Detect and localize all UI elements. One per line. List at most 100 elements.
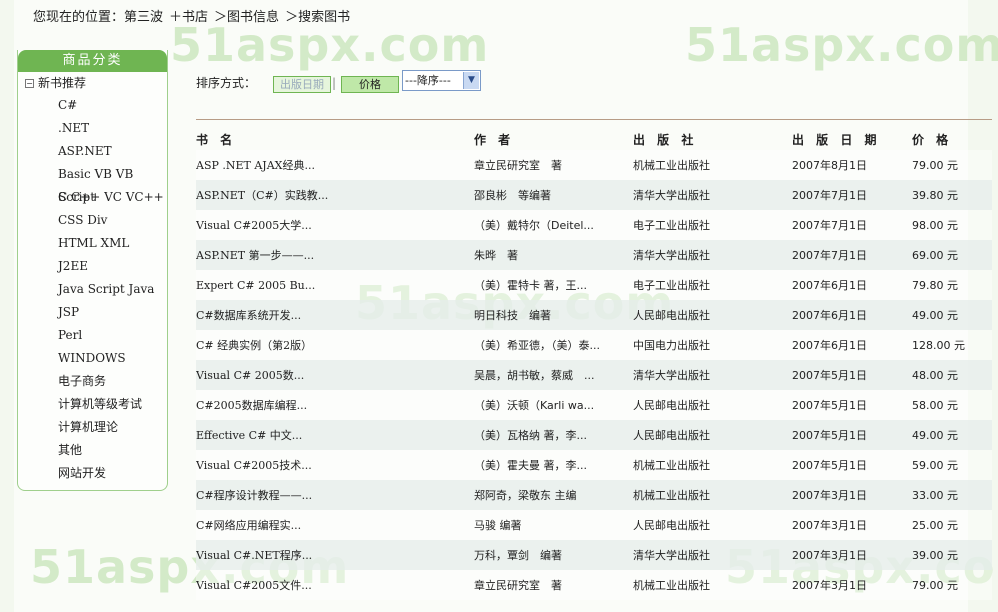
category-item[interactable]: 计算机理论 (18, 416, 167, 439)
category-item[interactable]: C C++ VC VC++ (18, 186, 167, 209)
divider (196, 119, 992, 120)
breadcrumb-search-books[interactable]: ＞搜索图书 (285, 10, 350, 25)
book-author: 章立民研究室 著 (474, 150, 633, 180)
table-row: C# 经典实例（第2版） （美）希亚德，（美）泰... 中国电力出版社 2007年6月… (196, 330, 992, 360)
book-title-link[interactable]: Visual C#2005技术... (196, 450, 474, 480)
category-item[interactable]: C# (18, 94, 167, 117)
book-publisher: 清华大学出版社 (633, 180, 792, 210)
book-title-link[interactable]: C#数据库系统开发... (196, 300, 474, 330)
table-row: C#2005数据库编程... （美）沃顿（Karli wa... 人民邮电出版社 20… (196, 390, 992, 420)
book-publisher: 人民邮电出版社 (633, 510, 792, 540)
breadcrumb-book-info[interactable]: ＞图书信息 (214, 10, 279, 25)
category-item[interactable]: JSP (18, 301, 167, 324)
book-pub-date: 2007年7月1日 (792, 240, 912, 270)
table-row: ASP.NET 第一步——... 朱晔 著清华大学出版社 2007年7月1日 69.0… (196, 240, 992, 270)
book-publisher: 机械工业出版社 (633, 480, 792, 510)
book-author: （美）霍特卡 著，王... (474, 270, 633, 300)
book-title-link[interactable]: C#网络应用编程实... (196, 510, 474, 540)
book-author: （美）沃顿（Karli wa... (474, 390, 633, 420)
book-pub-date: 2007年7月1日 (792, 210, 912, 240)
category-item[interactable]: WINDOWS (18, 347, 167, 370)
book-price: 128.00 元 (912, 330, 992, 360)
book-title-link[interactable]: Visual C#2005大学... (196, 210, 474, 240)
category-item[interactable]: ASP.NET (18, 140, 167, 163)
sort-by-price-button[interactable]: 价格 (341, 76, 399, 93)
table-row: Expert C# 2005 Bu... （美）霍特卡 著，王... 电子工业出版社… (196, 270, 992, 300)
book-title-link[interactable]: ASP .NET AJAX经典... (196, 150, 474, 180)
category-item[interactable]: J2EE (18, 255, 167, 278)
book-title-link[interactable]: Effective C# 中文... (196, 420, 474, 450)
sort-by-date-button[interactable]: 出版日期 (273, 76, 331, 93)
category-item[interactable]: Java Script Java (18, 278, 167, 301)
category-item[interactable]: 计算机等级考试 (18, 393, 167, 416)
book-pub-date: 2007年3月1日 (792, 480, 912, 510)
chevron-down-icon[interactable]: ▼ (463, 72, 479, 89)
table-row: Visual C#2005大学... （美）戴特尔（Deitel... 电子工业出版… (196, 210, 992, 240)
header-title[interactable]: 书 名 (196, 128, 474, 150)
book-author: 吴晨，胡书敏，蔡威 ... (474, 360, 633, 390)
book-price: 39.80 元 (912, 180, 992, 210)
tree-root-new-books[interactable]: − 新书推荐 (18, 72, 167, 94)
table-row: C#数据库系统开发... 明日科技 编著 人民邮电出版社 2007年6月1日 49.00… (196, 300, 992, 330)
book-publisher: 人民邮电出版社 (633, 300, 792, 330)
book-pub-date: 2007年5月1日 (792, 420, 912, 450)
table-row: C#程序设计教程——... 郑阿奇，梁敬东 主编 机械工业出版社 2007年3月1日 3… (196, 480, 992, 510)
book-title-link[interactable]: ASP.NET 第一步——... (196, 240, 474, 270)
category-item[interactable]: Perl (18, 324, 167, 347)
book-pub-date: 2007年5月1日 (792, 390, 912, 420)
book-price: 69.00 元 (912, 240, 992, 270)
sort-bar: 排序方式： 出版日期 | 价格 ---降序--- ▼ (196, 70, 992, 96)
book-author: 朱晔 著 (474, 240, 633, 270)
table-row: Visual C#.NET程序... 万科，覃剑 编著 清华大学出版社 2007年3月… (196, 540, 992, 570)
book-pub-date: 2007年7月1日 (792, 180, 912, 210)
book-publisher: 人民邮电出版社 (633, 390, 792, 420)
book-title-link[interactable]: C#2005数据库编程... (196, 390, 474, 420)
book-title-link[interactable]: C#程序设计教程——... (196, 480, 474, 510)
book-pub-date: 2007年6月1日 (792, 300, 912, 330)
collapse-icon[interactable]: − (25, 79, 34, 88)
breadcrumb-bookstore[interactable]: ＋书店 (169, 10, 208, 25)
book-pub-date: 2007年6月1日 (792, 330, 912, 360)
table-header-row: 书 名 作 者 出 版 社 出 版 日 期 价 格 (196, 128, 992, 150)
book-price: 39.00 元 (912, 540, 992, 570)
book-price: 25.00 元 (912, 510, 992, 540)
book-title-link[interactable]: Visual C#2005文件... (196, 570, 474, 600)
main-content: 排序方式： 出版日期 | 价格 ---降序--- ▼ 书 名 作 者 出 版 社… (196, 70, 992, 600)
category-item[interactable]: .NET (18, 117, 167, 140)
book-pub-date: 2007年5月1日 (792, 450, 912, 480)
header-publisher: 出 版 社 (633, 132, 698, 147)
category-item[interactable]: 网站开发 (18, 462, 167, 485)
book-pub-date: 2007年3月1日 (792, 510, 912, 540)
book-title-link[interactable]: ASP.NET（C#）实践教... (196, 180, 474, 210)
book-author: 邵良彬 等编著 (474, 180, 633, 210)
table-row: ASP.NET（C#）实践教... 邵良彬 等编著 清华大学出版社 2007年7月1日… (196, 180, 992, 210)
book-price: 98.00 元 (912, 210, 992, 240)
book-title-link[interactable]: Expert C# 2005 Bu... (196, 270, 474, 300)
book-price: 79.00 元 (912, 150, 992, 180)
book-publisher: 机械工业出版社 (633, 450, 792, 480)
book-author: （美）瓦格纳 著，李... (474, 420, 633, 450)
header-author: 作 者 (474, 132, 515, 147)
book-publisher: 电子工业出版社 (633, 270, 792, 300)
book-pub-date: 2007年3月1日 (792, 570, 912, 600)
category-item[interactable]: Basic VB VB Script (18, 163, 167, 204)
book-price: 58.00 元 (912, 390, 992, 420)
category-list: C# .NET ASP.NET Basic VB VB Script C C++… (18, 94, 167, 485)
sort-order-select[interactable]: ---降序--- ▼ (402, 70, 481, 91)
category-item[interactable]: HTML XML (18, 232, 167, 255)
book-author: （美）霍夫曼 著，李... (474, 450, 633, 480)
book-author: 马骏 编著 (474, 510, 633, 540)
book-author: （美）希亚德，（美）泰... (474, 330, 633, 360)
sidebar-title: 商品分类 (18, 50, 167, 72)
category-item[interactable]: 其他 (18, 439, 167, 462)
breadcrumb-home[interactable]: 第三波 (124, 10, 163, 25)
book-title-link[interactable]: Visual C#.NET程序... (196, 540, 474, 570)
breadcrumb-prefix: 您现在的位置： (33, 10, 125, 25)
book-publisher: 机械工业出版社 (633, 570, 792, 600)
book-price: 49.00 元 (912, 300, 992, 330)
book-title-link[interactable]: Visual C# 2005数... (196, 360, 474, 390)
tree-root-label[interactable]: 新书推荐 (38, 76, 86, 90)
book-title-link[interactable]: C# 经典实例（第2版） (196, 330, 474, 360)
category-item[interactable]: 电子商务 (18, 370, 167, 393)
category-item[interactable]: CSS Div (18, 209, 167, 232)
